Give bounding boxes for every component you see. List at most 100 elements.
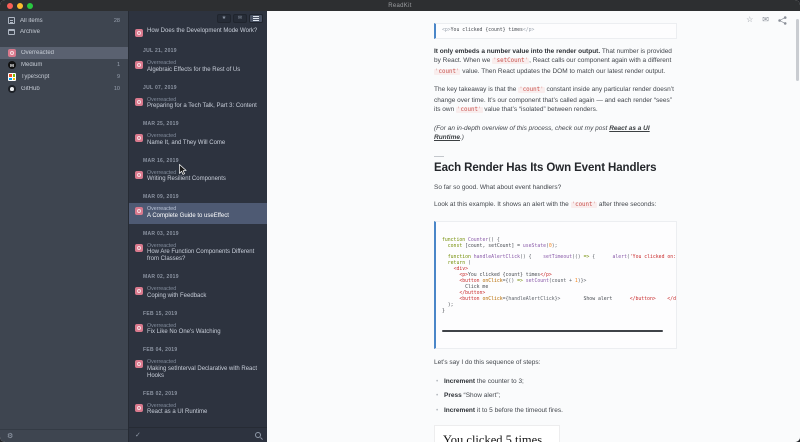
date-header: FEB 02, 2019 bbox=[143, 390, 178, 397]
sidebar-feed-overreacted[interactable]: Overreacted bbox=[0, 47, 128, 59]
article-list-item[interactable]: Overreacted Algebraic Effects for the Re… bbox=[129, 57, 267, 78]
article-title: How Does the Development Mode Work? bbox=[147, 28, 258, 34]
sidebar-footer: ⚙ bbox=[0, 429, 128, 442]
demo-headline: You clicked 5 times bbox=[443, 432, 543, 442]
sidebar-feed-typescript[interactable]: TypeScript 9 bbox=[0, 71, 128, 83]
feed-label: Overreacted bbox=[21, 50, 55, 56]
feed-favicon-icon bbox=[135, 287, 143, 295]
feed-favicon-icon bbox=[135, 97, 143, 106]
medium-favicon-icon: M bbox=[8, 61, 16, 69]
date-header: MAR 09, 2019 bbox=[143, 194, 179, 200]
settings-gear-icon[interactable]: ⚙ bbox=[7, 432, 13, 440]
article-toolbar: ☆ ✉ bbox=[746, 15, 787, 25]
article-title: Writing Resilient Components bbox=[147, 176, 226, 182]
article-title: Coping with Feedback bbox=[147, 292, 207, 299]
article-list-item[interactable]: Overreacted How Are Function Components … bbox=[129, 240, 267, 268]
code-line: } bbox=[442, 308, 445, 314]
code-horizontal-scrollbar[interactable] bbox=[442, 330, 664, 333]
article-title: Preparing for a Tech Talk, Part 3: Conte… bbox=[147, 103, 257, 109]
list-item: Increment it to 5 before the timeout fir… bbox=[436, 406, 677, 415]
feed-favicon-icon bbox=[135, 360, 143, 368]
search-icon[interactable] bbox=[255, 432, 261, 438]
date-header: FEB 04, 2019 bbox=[143, 347, 178, 353]
paragraph: Look at this example. It shows an alert … bbox=[434, 200, 677, 211]
article-list-pane: ★ ✉ How Does the Development Mode Work? bbox=[128, 11, 267, 442]
mark-all-read-button[interactable]: ✓ bbox=[135, 432, 141, 439]
list-item: Increment the counter to 3; bbox=[436, 377, 677, 386]
sidebar-feed-group: Overreacted M Medium 1 TypeScript 9 GitH… bbox=[0, 47, 128, 95]
sidebar-feed-github[interactable]: GitHub 10 bbox=[0, 83, 128, 95]
sidebar-item-label: All items bbox=[20, 17, 43, 24]
paragraph: Let’s say I do this sequence of steps: bbox=[434, 359, 541, 367]
code-line: function handleAlertClick() { setTimeout… bbox=[447, 255, 677, 261]
inline-code-snippet: <p>You clicked {count} times</p> bbox=[434, 23, 677, 39]
window-title: ReadKit bbox=[388, 2, 412, 9]
article-list-item[interactable]: Overreacted Coping with Feedback bbox=[129, 283, 267, 304]
article-list-item[interactable]: Overreacted Making setInterval Declarati… bbox=[129, 356, 267, 384]
paragraph: The key takeaway is that the count const… bbox=[434, 85, 677, 116]
sidebar-item-all-items[interactable]: All items 28 bbox=[0, 15, 128, 26]
article-list: How Does the Development Mode Work? JUL … bbox=[129, 25, 267, 427]
code-block: function Counter() { const [count, setCo… bbox=[434, 220, 677, 350]
article-title: How Are Function Components Different fr… bbox=[147, 249, 255, 262]
content-scrollbar[interactable] bbox=[796, 19, 799, 81]
feed-favicon-icon bbox=[135, 403, 143, 412]
typescript-favicon-icon bbox=[8, 73, 16, 81]
article-list-item[interactable]: Overreacted Preparing for a Tech Talk, P… bbox=[129, 94, 267, 115]
list-footer: ✓ bbox=[129, 427, 267, 442]
feed-favicon-icon bbox=[135, 170, 143, 179]
all-items-icon bbox=[8, 17, 15, 24]
feed-favicon-icon bbox=[135, 207, 143, 215]
article-title: A Complete Guide to useEffect bbox=[147, 212, 229, 219]
unread-count: 10 bbox=[113, 86, 120, 92]
article-title: Algebraic Effects for the Rest of Us bbox=[147, 66, 241, 73]
feed-favicon-icon bbox=[135, 134, 143, 142]
article-list-item[interactable]: Overreacted Name It, and They Will Come bbox=[129, 130, 267, 151]
filter-all-button[interactable] bbox=[249, 13, 263, 23]
sidebar: All items 28 Archive Overreacted M Mediu… bbox=[0, 11, 128, 442]
date-header: MAR 03, 2019 bbox=[143, 230, 179, 237]
filter-unread-button[interactable]: ✉ bbox=[233, 13, 247, 23]
mouse-cursor bbox=[179, 164, 187, 175]
feed-label: GitHub bbox=[21, 86, 40, 92]
article-list-item[interactable]: Overreacted Fix Like No One's Watching bbox=[129, 320, 267, 341]
article-title: Name It, and They Will Come bbox=[147, 139, 226, 146]
feed-favicon-icon bbox=[135, 243, 143, 252]
sidebar-item-archive[interactable]: Archive bbox=[0, 26, 128, 37]
article-list-item[interactable]: Overreacted A Complete Guide to useEffec… bbox=[129, 203, 267, 224]
sidebar-smart-group: All items 28 Archive bbox=[0, 11, 128, 37]
date-header: JUL 21, 2019 bbox=[143, 48, 177, 54]
article-title: React as a UI Runtime bbox=[147, 409, 208, 415]
date-header: MAR 25, 2019 bbox=[143, 121, 179, 127]
titlebar: ReadKit bbox=[0, 0, 800, 11]
reading-pane: ☆ ✉ <p>You clicked {count} times</p> It … bbox=[267, 11, 800, 442]
paragraph: (For an in-depth overview of this proces… bbox=[434, 124, 650, 142]
article-list-item[interactable]: Overreacted React as a UI Runtime bbox=[129, 400, 267, 421]
article-body: <p>You clicked {count} times</p> It only… bbox=[434, 23, 677, 442]
feed-favicon-icon bbox=[135, 323, 143, 332]
feed-favicon-icon bbox=[135, 61, 143, 69]
list-filter-bar: ★ ✉ bbox=[129, 11, 267, 25]
filter-starred-button[interactable]: ★ bbox=[217, 13, 231, 23]
article-list-item[interactable]: Overreacted Writing Resilient Components bbox=[129, 167, 267, 188]
article-list-item[interactable]: How Does the Development Mode Work? bbox=[129, 25, 267, 41]
paragraph: So far so good. What about event handler… bbox=[434, 183, 562, 191]
archive-icon bbox=[8, 28, 15, 35]
paragraph: It only embeds a number value into the r… bbox=[434, 47, 677, 78]
feed-label: TypeScript bbox=[21, 74, 50, 80]
date-header: MAR 02, 2019 bbox=[143, 274, 179, 280]
list-icon bbox=[253, 15, 259, 21]
app-window: ReadKit All items 28 Archive Overreacted bbox=[0, 0, 800, 442]
feed-favicon-icon bbox=[135, 29, 143, 37]
share-icon[interactable] bbox=[778, 15, 787, 25]
unread-count: 28 bbox=[113, 17, 120, 24]
list-item: Press “Show alert”; bbox=[436, 391, 677, 400]
sidebar-feed-medium[interactable]: M Medium 1 bbox=[0, 59, 128, 71]
article-title: Fix Like No One's Watching bbox=[147, 329, 221, 335]
overreacted-favicon-icon bbox=[8, 49, 16, 57]
mail-button[interactable]: ✉ bbox=[762, 15, 769, 25]
steps-list: Increment the counter to 3; Press “Show … bbox=[436, 377, 677, 415]
date-header: FEB 15, 2019 bbox=[143, 310, 178, 317]
star-button[interactable]: ☆ bbox=[746, 15, 753, 25]
unread-count: 9 bbox=[116, 74, 120, 80]
